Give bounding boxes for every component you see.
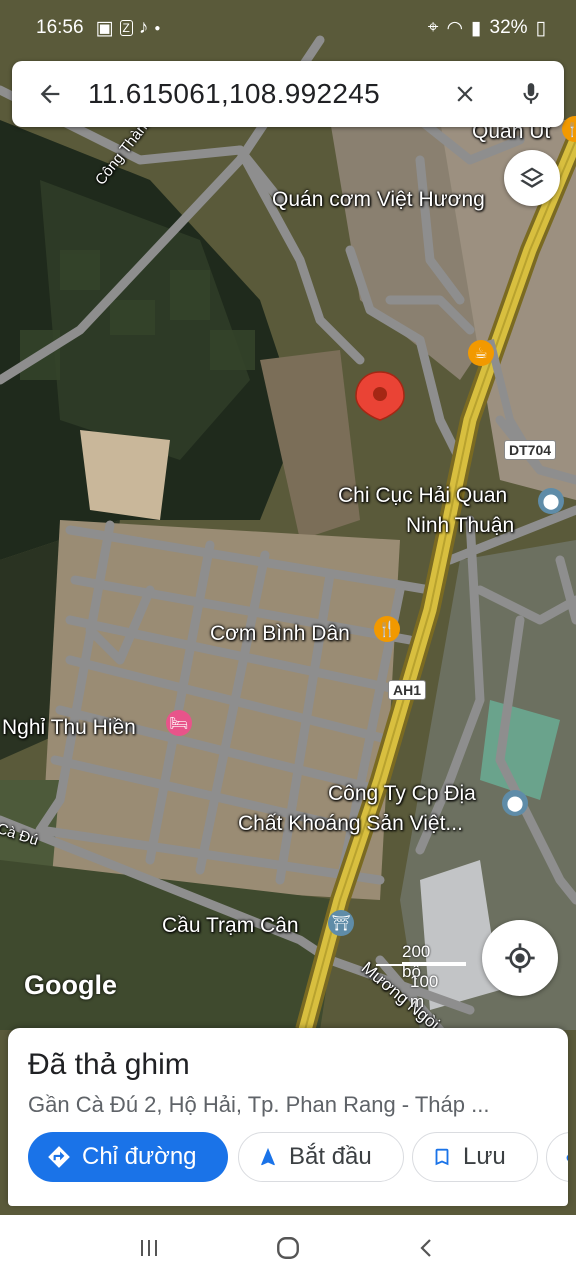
- poi-label-chi-cuc-line2[interactable]: Ninh Thuận: [406, 514, 514, 538]
- start-label: Bắt đầu: [289, 1143, 372, 1170]
- place-bottom-sheet[interactable]: Đã thả ghim Gần Cà Đú 2, Hộ Hải, Tp. Pha…: [8, 1028, 568, 1206]
- tiktok-icon: ♪: [138, 17, 149, 38]
- save-label: Lưu: [463, 1143, 506, 1170]
- road-shield-dt704: DT704: [504, 440, 557, 460]
- search-box[interactable]: 11.615061,108.992245: [12, 61, 564, 127]
- road-shield-ah1: AH1: [388, 680, 427, 700]
- share-button[interactable]: ●: [546, 1132, 568, 1182]
- map-layers-button[interactable]: [504, 150, 560, 206]
- hotel-icon[interactable]: 🛏: [166, 710, 192, 736]
- restaurant-icon[interactable]: 🍴: [374, 616, 400, 642]
- poi-label-chi-cuc-line1[interactable]: Chi Cục Hải Quan: [338, 484, 507, 508]
- gallery-icon: ▣: [95, 17, 114, 39]
- location-status-icon: ⌖: [427, 17, 439, 38]
- place-title: Đã thả ghim: [28, 1048, 190, 1081]
- dot-icon: ●: [154, 22, 161, 34]
- location-pin-icon[interactable]: ⬤: [502, 790, 528, 816]
- navigation-arrow-icon: [261, 1147, 275, 1166]
- signal-icon: ▮: [471, 17, 482, 39]
- directions-button[interactable]: Chỉ đường: [28, 1132, 228, 1182]
- scale-label-meters: 100 m: [410, 972, 439, 1011]
- poi-label-cong-ty-line1[interactable]: Công Ty Cp Địa: [328, 782, 476, 806]
- arrow-back-icon: [40, 84, 60, 104]
- status-time: 16:56: [36, 17, 84, 38]
- status-bar: 16:56 ▣ Z ♪ ● ⌖ ◠ ▮ 32% ▯: [0, 0, 576, 56]
- scale-line-meters: [376, 964, 466, 966]
- poi-label-com-binh-dan[interactable]: Cơm Bình Dân: [210, 622, 350, 646]
- poi-label-quan-com[interactable]: Quán cơm Việt Hương: [272, 188, 485, 212]
- directions-icon: [48, 1146, 70, 1168]
- attraction-icon[interactable]: ⛩: [328, 910, 354, 936]
- search-query[interactable]: 11.615061,108.992245: [88, 78, 432, 110]
- back-nav-icon[interactable]: [415, 1236, 439, 1260]
- battery-icon: ▯: [535, 17, 546, 39]
- system-navigation-bar: [0, 1215, 576, 1280]
- my-location-button[interactable]: [482, 920, 558, 996]
- government-pin-icon[interactable]: ⬤: [538, 488, 564, 514]
- voice-search-button[interactable]: [498, 79, 564, 109]
- crosshair-icon: [505, 943, 535, 973]
- share-icon: ●: [565, 1147, 568, 1168]
- poi-label-cau-tram-can[interactable]: Cầu Trạm Cân: [162, 914, 299, 938]
- place-address: Gần Cà Đú 2, Hộ Hải, Tp. Phan Rang - Thá…: [28, 1092, 490, 1117]
- microphone-icon: [523, 83, 539, 104]
- layers-icon: [520, 167, 544, 188]
- back-button[interactable]: [12, 80, 88, 108]
- battery-text: 32%: [489, 17, 528, 38]
- clear-search-button[interactable]: [432, 81, 498, 107]
- poi-label-cong-ty-line2[interactable]: Chất Khoáng Sản Việt...: [238, 812, 463, 836]
- start-button[interactable]: Bắt đầu: [238, 1132, 404, 1182]
- google-logo: Google: [24, 970, 117, 1000]
- bookmark-icon: [435, 1148, 449, 1166]
- poi-label-nghi-thu-hien[interactable]: Nghỉ Thu Hiền: [2, 716, 136, 740]
- close-icon: [457, 86, 473, 102]
- home-icon[interactable]: [275, 1235, 301, 1261]
- zalo-icon: Z: [119, 20, 133, 36]
- save-button[interactable]: Lưu: [412, 1132, 538, 1182]
- wifi-icon: ◠: [446, 17, 464, 39]
- directions-label: Chỉ đường: [82, 1143, 197, 1170]
- recent-apps-icon[interactable]: [137, 1236, 161, 1260]
- cafe-icon[interactable]: ☕: [468, 340, 494, 366]
